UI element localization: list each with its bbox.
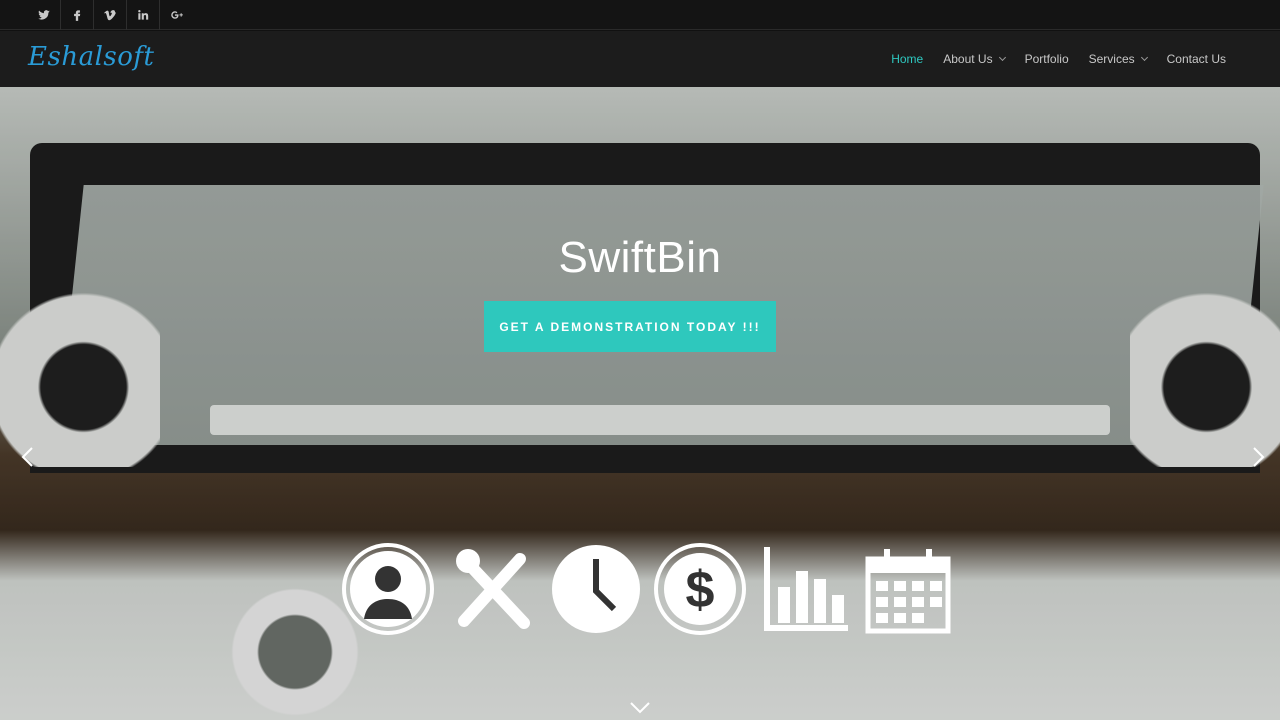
bar-chart-icon xyxy=(756,541,852,637)
calendar-icon xyxy=(860,541,956,637)
nav-item-label: About Us xyxy=(943,52,993,66)
clock-icon xyxy=(548,541,644,637)
nav-item-label: Services xyxy=(1088,52,1135,66)
tools-icon xyxy=(444,541,540,637)
user-icon xyxy=(340,541,436,637)
chevron-down-icon xyxy=(998,53,1006,62)
hero-slider: SwiftBin GET A DEMONSTRATION TODAY !!! $ xyxy=(0,87,1280,720)
nav-item-home[interactable]: Home xyxy=(891,52,923,66)
main-navbar: Eshalsoft Home About Us Portfolio Servic… xyxy=(0,31,1280,87)
get-demonstration-button[interactable]: GET A DEMONSTRATION TODAY !!! xyxy=(484,301,776,352)
dollar-icon: $ xyxy=(652,541,748,637)
nav-item-portfolio[interactable]: Portfolio xyxy=(1025,52,1069,66)
social-bar xyxy=(0,0,1280,30)
nav-item-label: Home xyxy=(891,52,924,66)
svg-text:$: $ xyxy=(686,561,715,619)
hero-title: SwiftBin xyxy=(558,233,722,282)
scroll-down-chevron-icon[interactable] xyxy=(628,699,652,717)
google-plus-icon[interactable] xyxy=(160,0,193,30)
nav-item-about-us[interactable]: About Us xyxy=(943,52,1006,66)
slider-prev-arrow-icon[interactable] xyxy=(16,445,40,469)
nav-item-contact-us[interactable]: Contact Us xyxy=(1167,52,1226,66)
nav-item-label: Portfolio xyxy=(1024,52,1069,66)
facebook-icon[interactable] xyxy=(61,0,94,30)
slider-next-arrow-icon[interactable] xyxy=(1246,445,1270,469)
twitter-icon[interactable] xyxy=(28,0,61,30)
feature-icons-row: $ xyxy=(340,527,960,637)
nav-item-services[interactable]: Services xyxy=(1088,52,1148,66)
brand-logo[interactable]: Eshalsoft xyxy=(28,42,154,72)
vimeo-icon[interactable] xyxy=(94,0,127,30)
chevron-down-icon xyxy=(1140,53,1148,62)
main-nav: Home About Us Portfolio Services Contact… xyxy=(871,31,1226,87)
nav-item-label: Contact Us xyxy=(1166,52,1226,66)
linkedin-icon[interactable] xyxy=(127,0,160,30)
